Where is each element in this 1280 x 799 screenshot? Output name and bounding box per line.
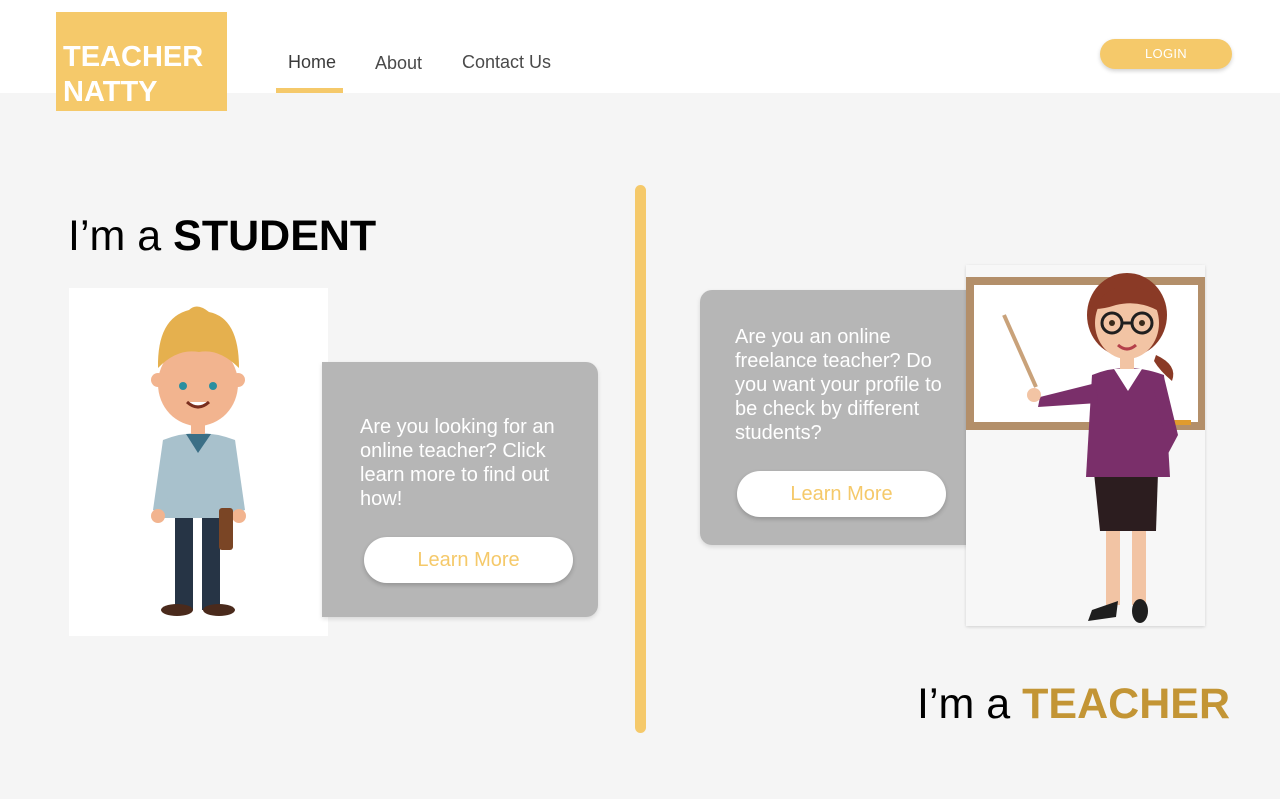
brand-line-1: TEACHER: [63, 41, 204, 73]
nav-contact-us[interactable]: Contact Us: [462, 52, 551, 73]
student-heading: I’m a STUDENT: [68, 210, 376, 262]
teacher-heading-strong: TEACHER: [1022, 680, 1230, 728]
student-learn-more-button[interactable]: Learn More: [364, 537, 573, 583]
login-button[interactable]: LOGIN: [1100, 39, 1232, 69]
teacher-description: Are you an online freelance teacher? Do …: [735, 326, 942, 444]
teacher-heading-prefix: I’m a: [917, 680, 1011, 728]
nav-about[interactable]: About: [375, 53, 422, 74]
nav-home[interactable]: Home: [288, 52, 336, 73]
teacher-illustration: [966, 265, 1205, 626]
student-description: Are you looking for an online teacher? C…: [360, 416, 555, 510]
nav-active-indicator: [276, 88, 343, 93]
teacher-info-card: Are you an online freelance teacher? Do …: [700, 290, 975, 545]
vertical-divider: [635, 185, 646, 733]
teacher-heading: I’m a TEACHER: [917, 678, 1230, 730]
brand-logo[interactable]: TEACHER NATTY: [56, 12, 227, 111]
student-heading-strong: STUDENT: [173, 212, 377, 260]
brand-line-2: NATTY: [63, 76, 158, 108]
student-info-card: Are you looking for an online teacher? C…: [322, 362, 598, 617]
teacher-learn-more-button[interactable]: Learn More: [737, 471, 946, 517]
student-heading-prefix: I’m a: [68, 212, 162, 260]
student-illustration: [69, 288, 328, 636]
